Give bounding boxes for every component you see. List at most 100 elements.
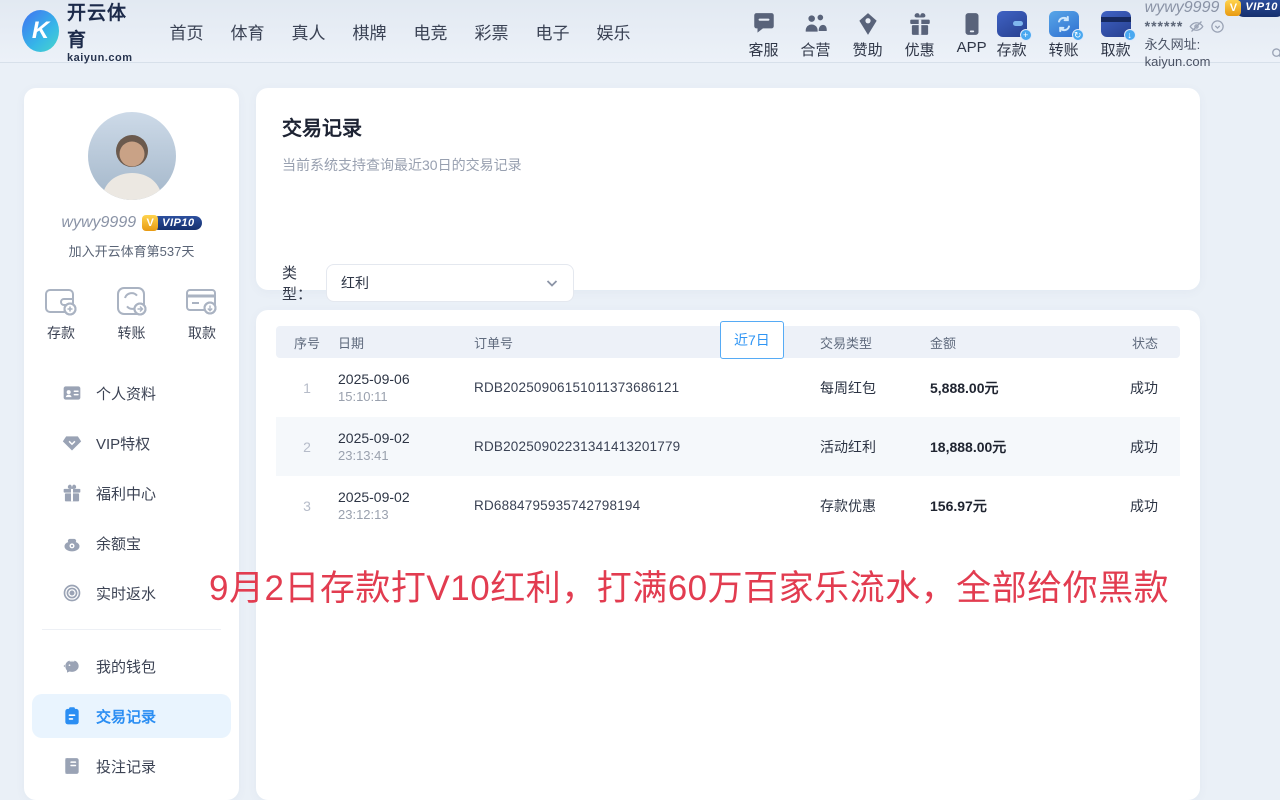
cell-amount: 156.97元	[930, 496, 1080, 516]
sidebar-item-yuebao[interactable]: 余额宝	[24, 521, 239, 565]
sidebar-vip-level-label: VIP10	[152, 216, 201, 230]
sidebar-item-bet-records[interactable]: 投注记录	[24, 744, 239, 788]
vip-diamond-icon	[62, 433, 82, 453]
cell-amount: 5,888.00元	[930, 378, 1080, 398]
username-text: wywy9999	[1145, 0, 1220, 16]
cell-transaction-type: 每周红包	[820, 378, 930, 398]
withdraw-button[interactable]: ↓ 取款	[1101, 3, 1131, 60]
sidebar-vip-badge[interactable]: V VIP10	[142, 215, 201, 231]
header-seq: 序号	[276, 333, 338, 352]
nav-sports[interactable]: 体育	[231, 19, 265, 44]
page-title: 交易记录	[256, 88, 1200, 141]
cell-seq: 2	[276, 439, 338, 455]
yuebao-coin-icon	[62, 533, 82, 553]
cell-date: 2025-09-02	[338, 429, 474, 447]
vip-shield-icon: V	[1225, 0, 1241, 16]
mobile-app-icon	[959, 11, 985, 37]
sidebar-item-rebate[interactable]: 实时返水	[24, 571, 239, 615]
transfer-label: 转账	[1049, 39, 1079, 60]
cell-seq: 1	[276, 380, 338, 396]
nav-lottery[interactable]: 彩票	[475, 19, 509, 44]
annotation-overlay-text: 9月2日存款打V10红利，打满60万百家乐流水，全部给你黑款	[209, 560, 1169, 611]
brand-domain: kaiyun.com	[67, 52, 138, 64]
type-select[interactable]: 红利	[326, 264, 574, 302]
deposit-button[interactable]: + 存款	[997, 3, 1027, 60]
permanent-url-text: 永久网址: kaiyun.com	[1145, 36, 1267, 70]
profile-card-icon	[62, 383, 82, 403]
main-nav: 首页 体育 真人 棋牌 电竞 彩票 电子 娱乐	[170, 19, 631, 44]
cell-date: 2025-09-06	[338, 370, 474, 388]
joined-days-text: 加入开云体育第537天	[24, 241, 239, 260]
rebate-target-icon	[62, 583, 82, 603]
support-button[interactable]: 客服	[749, 3, 779, 60]
sidebar-item-profile[interactable]: 个人资料	[24, 371, 239, 415]
sponsor-button[interactable]: 赞助	[853, 3, 883, 60]
page-subtitle: 当前系统支持查询最近30日的交易记录	[256, 141, 1200, 175]
app-label: APP	[957, 39, 987, 56]
piggy-wallet-icon	[62, 656, 82, 676]
sidebar-transfer-label: 转账	[118, 323, 146, 343]
sidebar-item-welfare[interactable]: 福利中心	[24, 471, 239, 515]
sidebar-deposit-label: 存款	[47, 323, 75, 343]
table-row: 1 2025-09-06 15:10:11 RDB202509061510113…	[276, 358, 1180, 417]
nav-esports[interactable]: 电竞	[414, 19, 448, 44]
header-type: 交易类型	[820, 333, 930, 352]
sidebar-transfer-button[interactable]: 转账	[115, 286, 149, 343]
deposit-label: 存款	[997, 39, 1027, 60]
transaction-clipboard-icon	[62, 706, 82, 726]
sidebar-item-label: 个人资料	[96, 383, 156, 404]
deposit-wallet-outline-icon	[44, 286, 78, 316]
sidebar-deposit-button[interactable]: 存款	[44, 286, 78, 343]
cell-date: 2025-09-02	[338, 488, 474, 506]
sidebar-item-label: 余额宝	[96, 533, 141, 554]
top-action-group: 客服 合营 赞助 优惠 APP	[749, 3, 987, 60]
sidebar-avatar[interactable]	[88, 112, 176, 200]
partners-label: 合营	[801, 39, 831, 60]
cell-transaction-type: 存款优惠	[820, 496, 930, 516]
promotions-label: 优惠	[905, 39, 935, 60]
sidebar-item-wallet[interactable]: 我的钱包	[24, 644, 239, 688]
nav-entertainment[interactable]: 娱乐	[597, 19, 631, 44]
refresh-circle-icon[interactable]	[1210, 19, 1225, 34]
vip-badge[interactable]: V VIP10	[1225, 0, 1280, 17]
cell-status: 成功	[1080, 437, 1180, 457]
nav-home[interactable]: 首页	[170, 19, 204, 44]
sidebar-quick-actions: 存款 转账 取款	[24, 286, 239, 343]
nav-chess[interactable]: 棋牌	[353, 19, 387, 44]
brand-name: 开云体育	[67, 0, 138, 52]
sponsor-label: 赞助	[853, 39, 883, 60]
search-icon[interactable]	[1270, 46, 1280, 61]
eye-off-icon[interactable]	[1189, 19, 1204, 34]
header-date: 日期	[338, 333, 474, 352]
sidebar-item-label: VIP特权	[96, 433, 150, 454]
sponsor-badge-icon	[855, 11, 881, 37]
nav-slots[interactable]: 电子	[536, 19, 570, 44]
type-select-value: 红利	[341, 273, 369, 293]
range-last7days-button[interactable]: 近7日	[720, 321, 784, 359]
type-filter-label: 类型：	[282, 262, 326, 304]
partners-button[interactable]: 合营	[801, 3, 831, 60]
support-chat-icon	[751, 11, 777, 37]
sidebar-withdraw-button[interactable]: 取款	[185, 286, 219, 343]
brand-logo[interactable]: K 开云体育 kaiyun.com	[0, 0, 138, 64]
sidebar-item-label: 交易记录	[96, 706, 156, 727]
support-label: 客服	[749, 39, 779, 60]
promotions-button[interactable]: 优惠	[905, 3, 935, 60]
filter-panel: 交易记录 当前系统支持查询最近30日的交易记录 类型： 红利 日期： 2025-…	[256, 88, 1200, 290]
sidebar-item-transactions[interactable]: 交易记录	[32, 694, 231, 738]
withdraw-card-icon: ↓	[1101, 11, 1131, 37]
withdraw-card-outline-icon	[185, 286, 219, 316]
sidebar-item-label: 我的钱包	[96, 656, 156, 677]
sidebar-item-label: 投注记录	[96, 756, 156, 777]
cell-status: 成功	[1080, 378, 1180, 398]
cell-time: 23:13:41	[338, 447, 474, 464]
cell-status: 成功	[1080, 496, 1180, 516]
withdraw-label: 取款	[1101, 39, 1131, 60]
app-download-button[interactable]: APP	[957, 3, 987, 56]
nav-live[interactable]: 真人	[292, 19, 326, 44]
cell-order-number: RD6884795935742798194	[474, 498, 820, 513]
wallet-action-group: + 存款 ↻ 转账 ↓ 取款	[997, 3, 1131, 60]
transfer-button[interactable]: ↻ 转账	[1049, 3, 1079, 60]
sidebar-item-vip[interactable]: VIP特权	[24, 421, 239, 465]
sidebar-item-label: 实时返水	[96, 583, 156, 604]
